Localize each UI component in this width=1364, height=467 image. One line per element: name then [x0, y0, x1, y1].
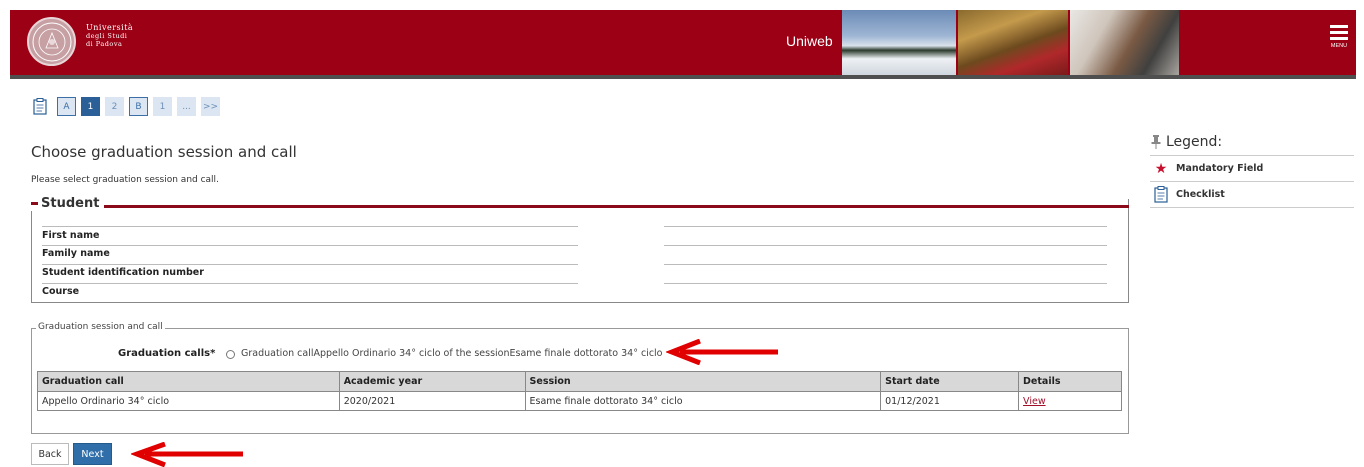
row-divider	[42, 226, 578, 227]
university-name-logo[interactable]: Università degli Studi di Padova	[86, 23, 134, 49]
cell-session: Esame finale dottorato 34° ciclo	[524, 391, 882, 411]
student-legend: Student	[31, 196, 104, 211]
cell-graduation-call: Appello Ordinario 34° ciclo	[37, 391, 340, 411]
step-next-group[interactable]: >>	[201, 97, 220, 116]
step-b[interactable]: B	[129, 97, 148, 116]
step-ellipsis[interactable]: ...	[177, 97, 196, 116]
graduation-call-option-label[interactable]: Graduation callAppello Ordinario 34° cic…	[241, 348, 663, 359]
table-row: Appello Ordinario 34° ciclo 2020/2021 Es…	[37, 391, 1122, 411]
hamburger-icon-bar	[1330, 31, 1348, 34]
graduation-legend: Graduation session and call	[36, 322, 165, 332]
graduation-calls-label: Graduation calls*	[118, 348, 216, 359]
col-start-date: Start date	[880, 371, 1020, 392]
student-header-rule	[104, 205, 1129, 208]
legend-title-text: Legend:	[1166, 133, 1223, 150]
col-graduation-call: Graduation call	[37, 371, 340, 392]
family-name-label: Family name	[42, 248, 110, 259]
redacted-values	[578, 226, 664, 302]
logo-line-2: degli Studi	[86, 32, 128, 40]
annotation-arrow-icon	[666, 339, 778, 365]
row-divider	[42, 245, 578, 246]
logo-line-1: Università	[86, 23, 134, 32]
legend-checklist-label: Checklist	[1176, 189, 1225, 200]
value-divider	[664, 245, 1107, 246]
step-b1[interactable]: 1	[153, 97, 172, 116]
first-name-label: First name	[42, 230, 100, 241]
value-divider	[664, 226, 1107, 227]
page-intro: Please select graduation session and cal…	[31, 175, 219, 185]
graduation-calls-table: Graduation call Academic year Session St…	[37, 371, 1122, 411]
legend-title: Legend:	[1150, 128, 1354, 156]
banner-image-observatory	[842, 10, 956, 75]
back-button[interactable]: Back	[31, 443, 69, 465]
table-header-row: Graduation call Academic year Session St…	[37, 371, 1122, 392]
logo-line-3: di Padova	[86, 40, 123, 48]
banner-image-hall	[958, 10, 1068, 75]
view-details-link[interactable]: View	[1023, 396, 1046, 407]
clipboard-icon[interactable]	[33, 98, 47, 115]
clipboard-icon	[1150, 186, 1172, 203]
course-label: Course	[42, 286, 80, 297]
row-divider	[42, 283, 578, 284]
step-navigation: A 1 2 B 1 ... >>	[33, 97, 225, 116]
value-divider	[664, 283, 1107, 284]
value-divider	[664, 264, 1107, 265]
step-a[interactable]: A	[57, 97, 76, 116]
hamburger-icon	[1330, 25, 1348, 28]
header-divider	[10, 75, 1356, 79]
next-button[interactable]: Next	[73, 443, 112, 465]
graduation-call-radio[interactable]	[226, 350, 235, 359]
legend-panel: Legend: ★ Mandatory Field Checklist	[1150, 128, 1354, 208]
cell-details: View	[1018, 391, 1122, 411]
university-seal-logo[interactable]	[27, 17, 76, 66]
col-details: Details	[1018, 371, 1122, 392]
banner-image-microscope	[1070, 10, 1179, 75]
hamburger-icon-bar	[1330, 37, 1348, 40]
annotation-arrow-icon	[131, 442, 243, 467]
asterisk-icon: ★	[1154, 160, 1168, 177]
cell-start-date: 01/12/2021	[880, 391, 1020, 411]
col-academic-year: Academic year	[338, 371, 526, 392]
legend-item-mandatory: ★ Mandatory Field	[1150, 156, 1354, 182]
step-1-current[interactable]: 1	[81, 97, 100, 116]
row-divider	[42, 264, 578, 265]
app-name: Uniweb	[786, 33, 833, 49]
legend-mandatory-label: Mandatory Field	[1176, 163, 1264, 174]
menu-button[interactable]: MENU	[1328, 25, 1350, 49]
pin-icon	[1151, 134, 1161, 149]
legend-item-checklist: Checklist	[1150, 182, 1354, 208]
cell-academic-year: 2020/2021	[338, 391, 526, 411]
step-2[interactable]: 2	[105, 97, 124, 116]
menu-label: MENU	[1330, 43, 1348, 49]
student-id-label: Student identification number	[42, 267, 204, 278]
page-title: Choose graduation session and call	[31, 143, 297, 161]
col-session: Session	[524, 371, 882, 392]
